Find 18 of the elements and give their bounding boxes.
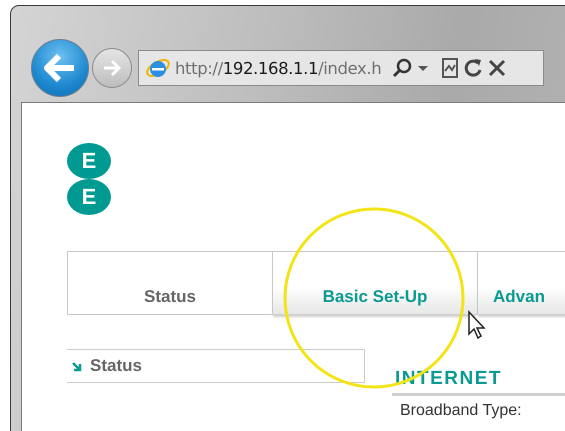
arrow-icon [72,360,83,372]
arrow-right-icon [102,59,122,77]
field-label: Broadband Type: [399,401,523,420]
refresh-icon[interactable] [463,57,484,79]
tab[interactable]: Basic Set-Up [272,251,477,315]
caret-icon[interactable] [417,63,430,73]
url-text: http://192.168.1.1/index.h [175,58,382,78]
close-icon[interactable] [487,58,508,78]
search-icon[interactable] [391,57,414,79]
forward-button[interactable] [92,48,132,88]
address-bar[interactable]: http://192.168.1.1/index.h [138,50,544,86]
logo: E E [67,143,111,215]
sidebar-item[interactable]: Status [90,356,142,376]
arrow-left-icon [43,53,77,83]
tab[interactable]: Status [67,251,272,315]
tab[interactable]: Advan [477,251,565,315]
cursor-icon [467,310,487,340]
page-icon[interactable] [441,57,460,79]
